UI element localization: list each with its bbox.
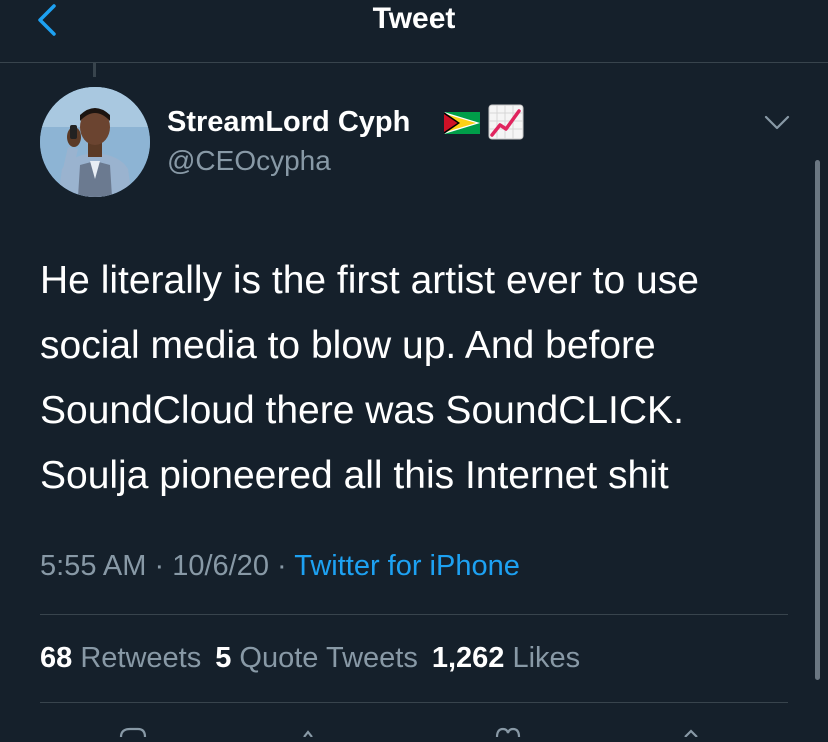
- quote-tweets-label: Quote Tweets: [239, 642, 418, 674]
- share-button[interactable]: [676, 724, 706, 738]
- meta-separator: ·: [268, 550, 295, 582]
- tweet-source-link[interactable]: Twitter for iPhone: [294, 550, 520, 582]
- quote-tweets-stat[interactable]: 5 Quote Tweets: [215, 640, 418, 676]
- more-options-button[interactable]: [762, 108, 792, 138]
- likes-count: 1,262: [431, 642, 505, 674]
- quote-tweets-count: 5: [215, 642, 232, 674]
- guyana-flag-icon: [443, 108, 481, 138]
- tweet-date[interactable]: 10/6/20: [172, 550, 269, 582]
- scrollbar[interactable]: [815, 160, 820, 680]
- like-button[interactable]: [493, 724, 523, 738]
- tweet-text-line: SoundCloud there was SoundCLICK.: [40, 389, 684, 432]
- tweet-text: He literally is the first artist ever to…: [40, 248, 800, 508]
- divider: [40, 702, 788, 703]
- chart-increasing-icon: [488, 104, 524, 140]
- retweet-button[interactable]: [300, 724, 330, 738]
- tweet-text-line: social media to blow up. And before: [40, 324, 656, 367]
- avatar[interactable]: [40, 87, 150, 197]
- share-icon: [684, 729, 698, 738]
- likes-stat[interactable]: 1,262 Likes: [432, 640, 580, 676]
- retweets-stat[interactable]: 68 Retweets: [40, 640, 201, 676]
- tweet-text-line: He literally is the first artist ever to…: [40, 259, 699, 302]
- likes-label: Likes: [512, 642, 581, 674]
- engagement-stats: 68 Retweets 5 Quote Tweets 1,262 Likes: [40, 640, 594, 676]
- avatar-image: [40, 87, 150, 197]
- author-handle[interactable]: @CEOcypha: [167, 144, 331, 178]
- chevron-down-icon: [764, 115, 790, 130]
- tweet-text-line: Soulja pioneered all this Internet shit: [40, 454, 669, 497]
- page-title: Tweet: [372, 2, 456, 35]
- thread-connector-line: [93, 63, 96, 77]
- reply-icon: [119, 727, 147, 738]
- tweet-meta: 5:55 AM · 10/6/20 · Twitter for iPhone: [40, 548, 520, 584]
- retweet-icon: [303, 730, 313, 738]
- author-display-name[interactable]: StreamLord Cyph: [167, 104, 410, 140]
- header-bar: Tweet: [0, 0, 828, 63]
- meta-separator: ·: [146, 550, 173, 582]
- reply-button[interactable]: [118, 724, 148, 738]
- divider: [40, 614, 788, 615]
- tweet-time[interactable]: 5:55 AM: [40, 550, 146, 582]
- retweets-label: Retweets: [80, 642, 202, 674]
- retweets-count: 68: [40, 642, 73, 674]
- heart-icon: [495, 727, 521, 738]
